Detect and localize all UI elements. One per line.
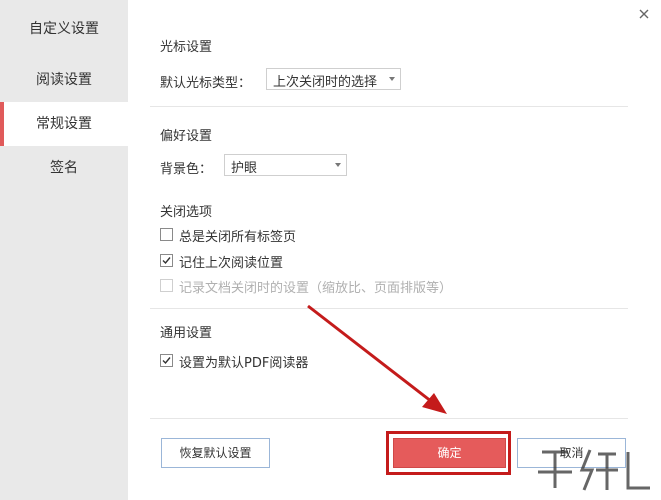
sidebar-item-reading[interactable]: 阅读设置	[0, 58, 128, 102]
preference-section-title: 偏好设置	[160, 129, 213, 144]
checkbox-box	[160, 354, 173, 367]
checkmark-icon	[162, 257, 171, 265]
sidebar-item-label: 常规设置	[36, 116, 92, 132]
always-close-tabs-checkbox[interactable]: 总是关闭所有标签页	[160, 226, 360, 245]
checkbox-box	[160, 254, 173, 267]
sidebar: 自定义设置 阅读设置 常规设置 签名	[0, 0, 128, 500]
watermark-logo-icon	[538, 449, 650, 491]
background-color-select[interactable]: 护眼	[224, 154, 347, 176]
checkmark-icon	[162, 357, 171, 365]
sidebar-item-signature[interactable]: 签名	[0, 146, 128, 190]
sidebar-item-label: 签名	[50, 160, 78, 176]
checkbox-label: 设置为默认PDF阅读器	[179, 356, 309, 371]
divider	[150, 308, 628, 309]
record-document-settings-checkbox[interactable]: 记录文档关闭时的设置（缩放比、页面排版等）	[160, 277, 490, 296]
select-value: 护眼	[231, 161, 258, 176]
set-default-pdf-reader-checkbox[interactable]: 设置为默认PDF阅读器	[160, 352, 360, 371]
sidebar-title: 自定义设置	[29, 21, 99, 37]
checkbox-box	[160, 228, 173, 241]
cursor-type-label: 默认光标类型：	[160, 76, 252, 91]
checkbox-label: 总是关闭所有标签页	[179, 230, 297, 245]
active-indicator	[0, 102, 4, 146]
cursor-section-title: 光标设置	[160, 40, 213, 55]
close-icon[interactable]	[636, 6, 652, 22]
highlight-box	[386, 431, 511, 475]
sidebar-item-label: 阅读设置	[36, 72, 92, 88]
close-options-title: 关闭选项	[160, 205, 213, 220]
checkbox-box	[160, 279, 173, 292]
general-section-title: 通用设置	[160, 326, 213, 341]
cursor-type-select[interactable]: 上次关闭时的选择	[266, 68, 401, 90]
checkbox-label: 记录文档关闭时的设置（缩放比、页面排版等）	[179, 281, 453, 296]
checkbox-label: 记住上次阅读位置	[179, 256, 284, 271]
background-color-label: 背景色：	[160, 162, 213, 177]
divider	[150, 106, 628, 107]
select-value: 上次关闭时的选择	[273, 75, 378, 90]
divider	[150, 418, 628, 419]
remember-reading-position-checkbox[interactable]: 记住上次阅读位置	[160, 252, 360, 271]
chevron-down-icon	[389, 77, 395, 81]
restore-defaults-button[interactable]: 恢复默认设置	[161, 438, 270, 468]
sidebar-item-general[interactable]: 常规设置	[0, 102, 128, 146]
chevron-down-icon	[335, 163, 341, 167]
